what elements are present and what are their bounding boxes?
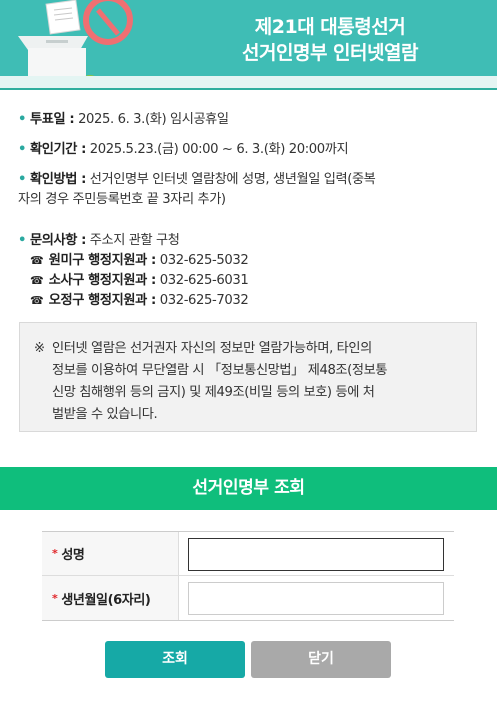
page-title: 제21대 대통령선거 선거인명부 인터넷열람 (180, 14, 480, 66)
office-phone: 032-625-5032 (159, 253, 249, 268)
check-period-value: 2025.5.23.(금) 00:00 ~ 6. 3.(화) 20:00까지 (89, 142, 349, 157)
info-inquiry: • 문의사항 : 주소지 관할 구청 (18, 231, 480, 251)
election-info-list: • 투표일 : 2025. 6. 3.(화) 임시공휴일 • 확인기간 : 20… (18, 110, 480, 311)
legal-notice-box: ※ 인터넷 열람은 선거권자 자신의 정보만 열람가능하며, 타인의 정보를 이… (19, 322, 477, 432)
title-line-election: 제21대 대통령선거 (254, 16, 406, 38)
required-asterisk: * (52, 547, 58, 560)
title-line-voter-list: 선거인명부 인터넷열람 (242, 42, 418, 64)
name-input[interactable] (188, 538, 444, 571)
office-phone: 032-625-7032 (159, 293, 249, 308)
notice-line: 정보를 이용하여 무단열람 시 「정보통신망법」 제48조(정보통 (52, 363, 388, 378)
check-method-value-cont: 자의 경우 주민등록번호 끝 3자리 추가) (18, 192, 226, 207)
telephone-icon: ☎ (30, 254, 44, 267)
notice-text: 인터넷 열람은 선거권자 자신의 정보만 열람가능하며, 타인의 정보를 이용하… (52, 338, 462, 426)
check-period-label: 확인기간 : (30, 142, 86, 157)
phone-wonmi: ☎ 원미구 행정지원과 : 032-625-5032 (18, 251, 480, 271)
required-asterisk: * (52, 591, 58, 605)
office-name: 원미구 행정지원과 : (48, 253, 157, 268)
close-button[interactable]: 닫기 (251, 641, 391, 678)
form-row-name: * 성명 (42, 532, 454, 576)
phone-sosa: ☎ 소사구 행정지원과 : 032-625-6031 (18, 271, 480, 291)
telephone-icon: ☎ (30, 294, 44, 307)
check-method-value: 선거인명부 인터넷 열람창에 성명, 생년월일 입력(중복 (89, 172, 376, 187)
info-check-method-cont: 자의 경우 주민등록번호 끝 3자리 추가) (18, 190, 480, 210)
office-phone: 032-625-6031 (159, 273, 249, 288)
notice-line: 벌받을 수 있습니다. (52, 407, 158, 422)
phone-ojeong: ☎ 오정구 행정지원과 : 032-625-7032 (18, 291, 480, 311)
inquiry-value: 주소지 관할 구청 (89, 233, 180, 248)
header-divider (0, 88, 497, 90)
info-check-method: • 확인방법 : 선거인명부 인터넷 열람창에 성명, 생년월일 입력(중복 (18, 170, 480, 190)
vote-day-label: 투표일 : (30, 112, 75, 127)
check-method-label: 확인방법 : (30, 172, 86, 187)
bullet-dot: • (18, 112, 27, 127)
bullet-dot: • (18, 142, 27, 157)
birth-label-text: 생년월일(6자리) (61, 592, 151, 608)
notice-line: 신망 침해행위 등의 금지) 및 제49조(비밀 등의 보호) 등에 처 (52, 385, 375, 400)
lookup-section-title: 선거인명부 조회 (0, 467, 497, 510)
form-row-birth: * 생년월일(6자리) (42, 576, 454, 620)
birth-field-label: * 생년월일(6자리) (42, 576, 179, 620)
name-label-text: 성명 (61, 548, 85, 563)
vote-day-value: 2025. 6. 3.(화) 임시공휴일 (78, 112, 229, 127)
info-vote-day: • 투표일 : 2025. 6. 3.(화) 임시공휴일 (18, 110, 480, 130)
header-strip (0, 76, 497, 88)
bullet-dot: • (18, 233, 27, 248)
birth-date-input[interactable] (188, 582, 444, 615)
reference-mark-icon: ※ (34, 341, 45, 356)
notice-line: 인터넷 열람은 선거권자 자신의 정보만 열람가능하며, 타인의 (52, 341, 372, 356)
office-name: 소사구 행정지원과 : (48, 273, 157, 288)
telephone-icon: ☎ (30, 274, 44, 287)
bullet-dot: • (18, 172, 27, 187)
inquiry-label: 문의사항 : (30, 233, 86, 248)
header-banner: 제21대 대통령선거 선거인명부 인터넷열람 (0, 0, 497, 88)
info-check-period: • 확인기간 : 2025.5.23.(금) 00:00 ~ 6. 3.(화) … (18, 140, 480, 160)
ballot-box-illustration (18, 0, 133, 88)
search-button[interactable]: 조회 (105, 641, 245, 678)
lookup-form: * 성명 * 생년월일(6자리) (42, 531, 454, 621)
office-name: 오정구 행정지원과 : (48, 293, 157, 308)
name-field-label: * 성명 (42, 532, 179, 575)
